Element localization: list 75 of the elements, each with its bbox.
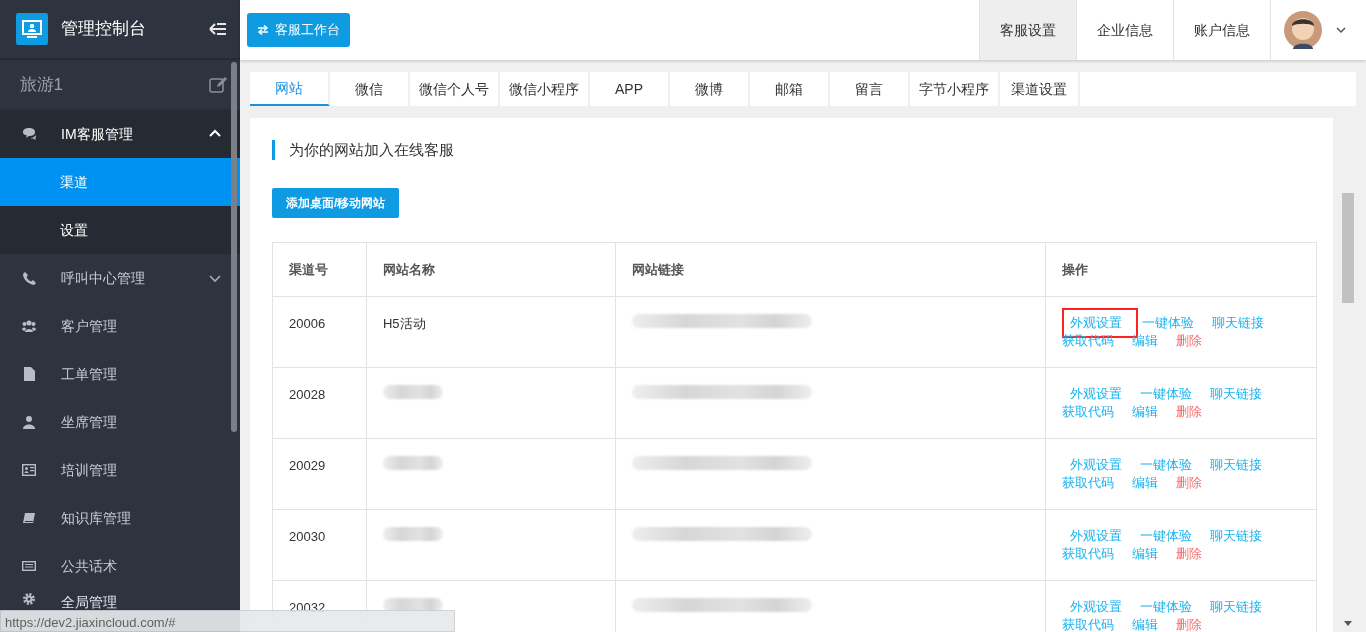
action-link[interactable]: 聊天链接 bbox=[1209, 455, 1262, 474]
book-icon bbox=[22, 511, 36, 525]
swap-icon bbox=[256, 25, 269, 35]
chevron-down-icon bbox=[1334, 24, 1347, 36]
list-icon bbox=[22, 559, 36, 573]
edit-icon bbox=[209, 75, 227, 94]
header-nav-tab[interactable]: 客服设置 bbox=[978, 0, 1076, 60]
action-link[interactable]: 编辑 bbox=[1131, 615, 1158, 632]
action-link[interactable]: 聊天链接 bbox=[1209, 384, 1262, 403]
table-cell: 20028 bbox=[272, 367, 367, 438]
id-card-icon bbox=[22, 463, 36, 477]
action-link[interactable]: 聊天链接 bbox=[1211, 313, 1264, 332]
menu-item[interactable]: IM客服管理 bbox=[0, 110, 240, 158]
header-nav-tab[interactable]: 账户信息 bbox=[1172, 0, 1270, 60]
channel-tab[interactable]: 网站 bbox=[250, 72, 330, 106]
column-header: 网站链接 bbox=[615, 242, 1046, 296]
scrollbar-thumb[interactable] bbox=[231, 62, 237, 432]
delete-link[interactable]: 删除 bbox=[1175, 402, 1202, 421]
menu-item[interactable]: 知识库管理 bbox=[0, 494, 240, 542]
column-header: 网站名称 bbox=[366, 242, 616, 296]
collapse-menu-icon bbox=[209, 22, 227, 36]
delete-link[interactable]: 删除 bbox=[1175, 473, 1202, 492]
action-link[interactable]: 一键体验 bbox=[1139, 384, 1192, 403]
delete-link[interactable]: 删除 bbox=[1175, 544, 1202, 563]
console-title: 管理控制台 bbox=[61, 18, 148, 41]
action-link[interactable]: 聊天链接 bbox=[1209, 526, 1262, 545]
phone-icon bbox=[22, 271, 36, 285]
table-cell: 20006 bbox=[272, 296, 367, 367]
submenu-item[interactable]: 设置 bbox=[0, 206, 240, 254]
action-link[interactable]: 一键体验 bbox=[1141, 313, 1194, 332]
menu-item[interactable]: 呼叫中心管理 bbox=[0, 254, 240, 302]
action-link[interactable]: 获取代码 bbox=[1062, 473, 1115, 492]
workbench-button[interactable]: 客服工作台 bbox=[246, 13, 350, 47]
delete-link[interactable]: 删除 bbox=[1175, 331, 1202, 350]
action-link[interactable]: 编辑 bbox=[1131, 402, 1158, 421]
section-title: 为你的网站加入在线客服 bbox=[272, 140, 1311, 160]
menu-item[interactable]: 工单管理 bbox=[0, 350, 240, 398]
action-link[interactable]: 获取代码 bbox=[1062, 615, 1115, 632]
delete-link[interactable]: 删除 bbox=[1175, 615, 1202, 632]
avatar-icon bbox=[1283, 11, 1322, 49]
chat-icon bbox=[22, 127, 36, 141]
menu-item[interactable]: 公共话术 bbox=[0, 542, 240, 590]
action-link[interactable]: 外观设置 bbox=[1070, 526, 1123, 545]
monitor-logo-icon bbox=[16, 13, 49, 45]
action-link[interactable]: 一键体验 bbox=[1139, 455, 1192, 474]
table-cell: H5活动 bbox=[366, 296, 616, 367]
menu-item[interactable]: 全局管理 bbox=[0, 590, 240, 612]
scrollbar-thumb[interactable] bbox=[1342, 193, 1354, 303]
users-icon bbox=[22, 319, 36, 333]
table-cell: 20029 bbox=[272, 438, 367, 509]
action-link[interactable]: 一键体验 bbox=[1139, 526, 1192, 545]
action-link[interactable]: 聊天链接 bbox=[1209, 597, 1262, 616]
header-nav-tab[interactable]: 企业信息 bbox=[1075, 0, 1173, 60]
action-link[interactable]: 外观设置 bbox=[1070, 384, 1123, 403]
action-link[interactable]: 编辑 bbox=[1131, 544, 1158, 563]
action-link[interactable]: 获取代码 bbox=[1062, 544, 1115, 563]
table-cell: 20030 bbox=[272, 509, 367, 580]
user-icon bbox=[22, 415, 36, 429]
menu-item[interactable]: 坐席管理 bbox=[0, 398, 240, 446]
add-website-button[interactable]: 添加桌面/移动网站 bbox=[272, 188, 400, 218]
gear-icon bbox=[22, 592, 36, 606]
menu-item[interactable]: 培训管理 bbox=[0, 446, 240, 494]
action-link[interactable]: 外观设置 bbox=[1070, 455, 1123, 474]
menu-item[interactable]: 客户管理 bbox=[0, 302, 240, 350]
action-link[interactable]: 获取代码 bbox=[1062, 402, 1115, 421]
account-name: 旅游1 bbox=[19, 73, 64, 96]
action-link[interactable]: 外观设置 bbox=[1070, 597, 1123, 616]
action-link[interactable]: 一键体验 bbox=[1139, 597, 1192, 616]
column-header: 渠道号 bbox=[272, 242, 367, 296]
scroll-down-arrow-icon bbox=[1344, 621, 1352, 626]
file-icon bbox=[22, 367, 36, 381]
column-header: 操作 bbox=[1045, 242, 1317, 296]
submenu-item[interactable]: 渠道 bbox=[0, 158, 240, 206]
action-link[interactable]: 编辑 bbox=[1131, 473, 1158, 492]
status-url-tooltip: https://dev2.jiaxincloud.com/# bbox=[0, 610, 455, 632]
